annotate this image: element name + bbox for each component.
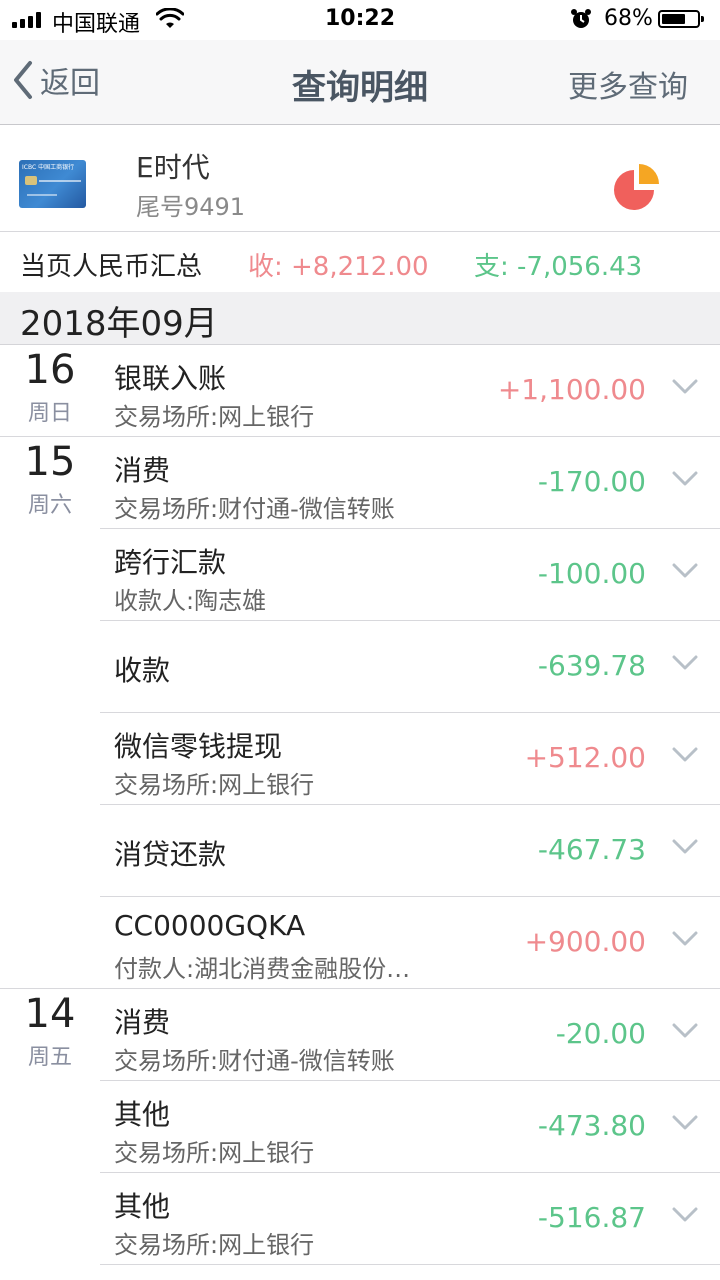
- transaction-title: 其他: [114, 1098, 171, 1131]
- day-number: 16: [24, 347, 76, 393]
- transaction-title: 收款: [114, 654, 171, 687]
- back-label: 返回: [40, 66, 100, 101]
- transaction-amount: +1,100.00: [497, 373, 646, 406]
- battery-icon: [658, 10, 704, 28]
- bank-card-image: ICBC 中国工商银行: [19, 160, 86, 208]
- transaction-title: 消费: [114, 1006, 171, 1039]
- battery-percent: 68%: [604, 6, 653, 31]
- transaction-subtitle: 交易场所:网上银行: [114, 403, 315, 431]
- transaction-amount: -20.00: [555, 1017, 646, 1050]
- more-query-button[interactable]: 更多查询: [568, 62, 688, 106]
- weekday: 周五: [27, 1045, 72, 1070]
- summary-bar: 当页人民币汇总 收: +8,212.00 支: -7,056.43: [0, 232, 720, 292]
- transaction-subtitle: 收款人:陶志雄: [114, 587, 267, 615]
- chevron-down-icon: [672, 1023, 698, 1038]
- chevron-left-icon: [14, 61, 32, 99]
- day-label: 15 周六: [0, 439, 100, 519]
- page-title: 查询明细: [292, 68, 428, 108]
- transaction-subtitle: 交易场所:网上银行: [114, 1231, 315, 1259]
- transaction-amount: -473.80: [537, 1109, 646, 1142]
- battery-fill: [662, 14, 685, 24]
- chevron-down-icon: [672, 839, 698, 854]
- day-label: 14 周五: [0, 991, 100, 1071]
- chevron-down-icon: [672, 1207, 698, 1222]
- transaction-amount: -467.73: [537, 833, 646, 866]
- transaction-subtitle: 交易场所:财付通-微信转账: [114, 495, 395, 523]
- weekday: 周日: [27, 401, 72, 426]
- transaction-row[interactable]: 微信零钱提现 交易场所:网上银行 +512.00: [100, 713, 720, 805]
- chevron-down-icon: [672, 563, 698, 578]
- transaction-amount: -639.78: [537, 649, 646, 682]
- transaction-title: 其他: [114, 1190, 171, 1223]
- transaction-amount: -170.00: [537, 465, 646, 498]
- chevron-down-icon: [672, 931, 698, 946]
- transaction-row[interactable]: 消费 交易场所:财付通-微信转账 -170.00: [100, 437, 720, 529]
- day-number: 15: [24, 439, 76, 485]
- transaction-subtitle: 交易场所:网上银行: [114, 1139, 315, 1167]
- summary-income: 收: +8,212.00: [248, 252, 429, 282]
- chevron-down-icon: [672, 747, 698, 762]
- chevron-down-icon: [672, 1115, 698, 1130]
- transaction-amount: +900.00: [524, 925, 646, 958]
- chevron-down-icon: [672, 379, 698, 394]
- back-button[interactable]: 返回: [12, 58, 100, 102]
- transaction-amount: +512.00: [524, 741, 646, 774]
- transaction-title: 消费: [114, 454, 171, 487]
- transaction-subtitle: 交易场所:财付通-微信转账: [114, 1047, 395, 1075]
- day-label: 16 周日: [0, 347, 100, 427]
- chevron-down-icon: [672, 655, 698, 670]
- transaction-title: 微信零钱提现: [114, 730, 283, 763]
- transaction-subtitle: 付款人:湖北消费金融股份…: [114, 955, 411, 983]
- day-number: 14: [24, 991, 76, 1037]
- transaction-subtitle: 交易场所:网上银行: [114, 771, 315, 799]
- transaction-title: 消贷还款: [114, 838, 227, 871]
- transaction-title: CC0000GQKA: [114, 909, 306, 942]
- transaction-row[interactable]: 银联入账 交易场所:网上银行 +1,100.00: [0, 345, 720, 437]
- transaction-row[interactable]: 跨行汇款 收款人:陶志雄 -100.00: [100, 529, 720, 621]
- month-label: 2018年09月: [20, 304, 218, 344]
- transaction-row[interactable]: 消贷还款 -467.73: [100, 805, 720, 897]
- transaction-row[interactable]: 收款 -639.78: [100, 621, 720, 713]
- summary-label: 当页人民币汇总: [20, 252, 203, 282]
- transaction-title: 银联入账: [114, 362, 227, 395]
- month-header: 2018年09月: [0, 292, 720, 345]
- transaction-row[interactable]: CC0000GQKA 付款人:湖北消费金融股份… +900.00: [0, 897, 720, 989]
- status-bar: 中国联通 10:22 68%: [0, 0, 720, 40]
- card-name: E时代: [136, 151, 210, 184]
- transaction-row[interactable]: 消费 交易场所:财付通-微信转账 -20.00: [100, 989, 720, 1081]
- summary-expense: 支: -7,056.43: [474, 252, 643, 282]
- transaction-row[interactable]: 其他 交易场所:网上银行 -473.80: [100, 1081, 720, 1173]
- card-number: 尾号9491: [136, 193, 246, 221]
- navigation-bar: 返回 查询明细 更多查询: [0, 40, 720, 125]
- weekday: 周六: [27, 493, 72, 518]
- transaction-title: 跨行汇款: [114, 546, 227, 579]
- alarm-icon: [571, 9, 591, 28]
- transaction-amount: -100.00: [537, 557, 646, 590]
- transaction-amount: -516.87: [537, 1201, 646, 1234]
- pie-chart-icon[interactable]: [612, 162, 664, 212]
- transaction-row[interactable]: 其他 交易场所:网上银行 -516.87: [100, 1173, 720, 1265]
- chevron-down-icon: [672, 471, 698, 486]
